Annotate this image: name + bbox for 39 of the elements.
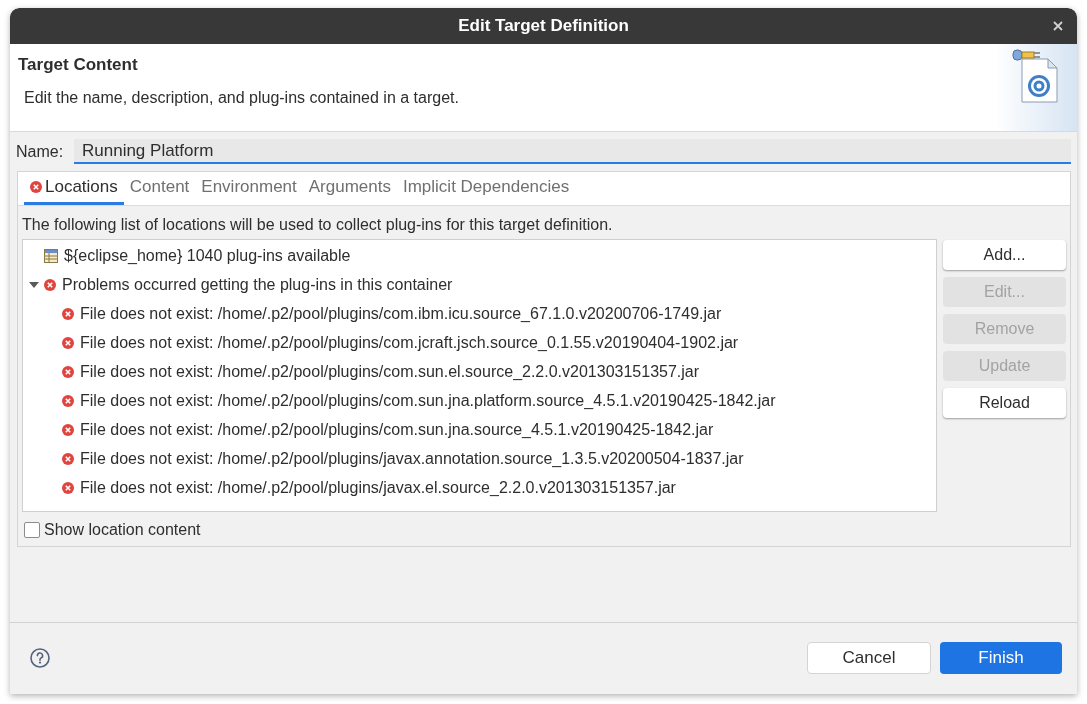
expand-caret-icon[interactable] <box>29 281 39 288</box>
tree-item[interactable]: File does not exist: /home/.p2/pool/plugins/com.sun.jna.platform.source_4.5.1.v20190425-1842.jar <box>62 388 776 413</box>
document-target-icon <box>1012 47 1060 103</box>
tree-item[interactable]: File does not exist: /home/.p2/pool/plugins/com.jcraft.jsch.source_0.1.55.v20190404-1902.jar <box>62 330 739 355</box>
help-icon[interactable] <box>30 648 50 668</box>
error-icon <box>62 452 74 465</box>
error-icon <box>62 481 74 494</box>
tree-item[interactable]: File does not exist: /home/.p2/pool/plugins/javax.annotation.source_1.3.5.v20200504-1837.jar <box>62 446 744 471</box>
checkbox[interactable] <box>24 522 40 538</box>
tab[interactable]: Content <box>123 172 196 205</box>
close-icon[interactable] <box>1053 21 1063 31</box>
table-icon <box>44 248 58 263</box>
error-icon <box>62 423 74 436</box>
tab[interactable]: Implicit Dependencies <box>396 172 576 205</box>
finish-button[interactable]: Finish <box>940 642 1062 674</box>
cancel-button[interactable]: Cancel <box>807 642 931 674</box>
window-title: Edit Target Definition <box>458 15 629 38</box>
tree-item[interactable]: File does not exist: /home/.p2/pool/plugins/com.sun.el.source_2.2.0.v201303151357.jar <box>62 359 700 384</box>
tree-item[interactable]: File does not exist: /home/.p2/pool/plugins/javax.el.source_2.2.0.v201303151357.jar <box>62 475 676 500</box>
page-description: Edit the name, description, and plug-ins contained in a target. <box>24 88 459 108</box>
error-icon <box>62 307 74 320</box>
tree-item[interactable]: File does not exist: /home/.p2/pool/plugins/com.ibm.icu.source_67.1.0.v20200706-1749.jar <box>62 301 722 326</box>
locations-description: The following list of locations will be used to collect plug-ins for this target definition. <box>22 216 613 233</box>
error-icon <box>62 336 74 349</box>
tree-item[interactable]: File does not exist: /home/.p2/pool/plugins/com.sun.jna.source_4.5.1.v20190425-1842.jar <box>62 417 714 442</box>
checkbox-label: Show location content <box>44 520 201 540</box>
name-label: Name: <box>16 141 65 162</box>
name-field[interactable]: Running Platform <box>74 139 1071 164</box>
error-icon <box>62 394 74 407</box>
page-title: Target Content <box>18 54 138 76</box>
side-button[interactable]: Add... <box>943 240 1066 270</box>
tab[interactable]: Locations <box>24 172 124 205</box>
error-icon <box>62 365 74 378</box>
tree-item[interactable]: ${eclipse_home} 1040 plug-ins available <box>44 243 351 268</box>
side-button[interactable]: Reload <box>943 388 1066 418</box>
tab[interactable]: Environment <box>195 172 303 205</box>
tab[interactable]: Arguments <box>302 172 397 205</box>
tree-item[interactable]: Problems occurred getting the plug-ins in this container <box>44 272 453 297</box>
error-icon <box>44 278 56 291</box>
